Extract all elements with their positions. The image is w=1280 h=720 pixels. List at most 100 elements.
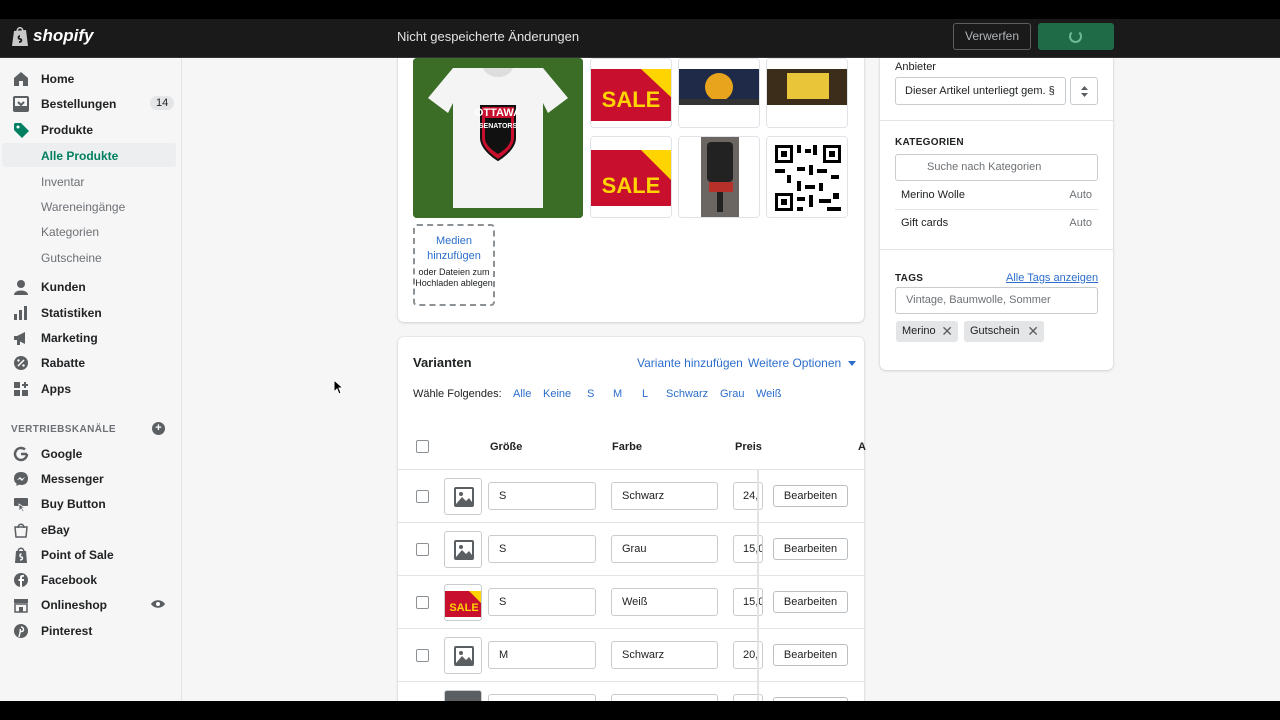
categories-search-input[interactable]: Suche nach Kategorien [895,154,1098,181]
media-thumb-photo-2[interactable] [766,58,848,128]
sidebar-channel-facebook[interactable]: Facebook [0,568,182,592]
filter-s[interactable]: S [587,388,594,400]
sidebar-item-discounts[interactable]: Rabatte [0,351,182,375]
remove-tag-icon[interactable]: ✕ [1027,321,1039,342]
tags-input[interactable]: Vintage, Baumwolle, Sommer [895,287,1098,314]
column-divider [757,523,759,576]
add-channel-icon[interactable]: + [152,422,165,435]
shirt-text-ottawa: OTTAWA [475,107,521,119]
sidebar-channel-ebay[interactable]: eBay [0,518,182,542]
media-thumb-chair[interactable] [678,136,760,218]
filter-none[interactable]: Keine [543,388,571,400]
filter-all[interactable]: Alle [513,388,531,400]
sidebar-subitem-gift-cards[interactable]: Gutscheine [41,251,102,265]
add-media-dropzone[interactable]: Medien hinzufügen oder Dateien zum Hochl… [413,224,495,306]
sidebar: Home Bestellungen 14 Produkte Alle Produ… [0,58,182,701]
edit-variant-button[interactable]: Bearbeiten [773,591,848,613]
media-thumb-sale-1[interactable]: SALE [590,58,672,128]
media-thumb-photo-1[interactable] [678,58,760,128]
categories-heading: KATEGORIEN [895,137,964,148]
vendor-label: Anbieter [895,61,936,73]
sidebar-channel-messenger[interactable]: Messenger [0,467,182,491]
add-media-link[interactable]: Medien hinzufügen [415,234,493,264]
filter-l[interactable]: L [642,388,648,400]
size-field[interactable]: S [488,588,596,616]
table-row: SALE S Weiß 15,0 Bearbeiten [398,575,864,629]
brand-name: shopify [33,26,94,45]
filter-black[interactable]: Schwarz [666,388,708,400]
save-button[interactable] [1038,23,1114,50]
filter-m[interactable]: M [613,388,622,400]
color-field[interactable] [611,694,718,701]
add-variant-link[interactable]: Variante hinzufügen [637,356,743,370]
edit-variant-button[interactable]: Bearbeiten [773,538,848,560]
variant-image-button[interactable] [444,637,482,674]
row-checkbox[interactable] [416,649,429,662]
sidebar-item-products[interactable]: Produkte [0,118,182,142]
color-field[interactable]: Weiß [611,588,718,616]
photo-image [767,69,847,105]
media-main-image[interactable]: OTTAWA SENATORS [413,58,583,218]
sidebar-channel-buy-button[interactable]: Buy Button [0,492,182,516]
table-row: S Grau 15,0 Bearbeiten [398,522,864,576]
vendor-input[interactable]: Dieser Artikel unterliegt gem. § [895,77,1066,105]
category-type: Auto [1069,217,1092,229]
sidebar-subitem-collections[interactable]: Kategorien [41,225,99,239]
remove-tag-icon[interactable]: ✕ [941,321,953,342]
sidebar-channel-google[interactable]: Google [0,442,182,466]
column-divider [757,682,759,701]
sidebar-subitem-inventory[interactable]: Inventar [41,175,84,189]
color-field[interactable]: Grau [611,535,718,563]
tags-heading: TAGS [895,273,924,284]
sidebar-item-label: Onlineshop [41,598,107,612]
sidebar-item-orders[interactable]: Bestellungen 14 [0,92,182,116]
edit-variant-button[interactable]: Bearbeiten [773,485,848,507]
sidebar-subitem-all-products[interactable]: Alle Produkte [2,143,176,167]
size-field[interactable]: S [488,482,596,510]
filter-white[interactable]: Weiß [756,388,781,400]
photo-image [679,69,759,105]
view-all-tags-link[interactable]: Alle Tags anzeigen [1006,272,1098,284]
variant-image-button[interactable] [444,478,482,515]
variant-image-button[interactable] [444,690,482,701]
category-row[interactable]: Merino Wolle Auto [895,182,1098,210]
edit-variant-button[interactable]: Bearbeiten [773,644,848,666]
sidebar-channel-pos[interactable]: Point of Sale [0,543,182,567]
sidebar-item-home[interactable]: Home [0,67,182,91]
sidebar-item-label: Messenger [41,472,104,486]
home-icon [14,72,28,86]
more-options-dropdown[interactable]: Weitere Optionen [748,356,856,370]
row-checkbox[interactable] [416,543,429,556]
sidebar-channel-pinterest[interactable]: Pinterest [0,619,182,643]
color-field[interactable]: Schwarz [611,482,718,510]
sidebar-subitem-transfers[interactable]: Wareneingänge [41,200,125,214]
unsaved-changes-message: Nicht gespeicherte Änderungen [397,29,580,44]
size-field[interactable] [488,694,596,701]
variant-image-button[interactable]: SALE [444,584,482,621]
media-thumb-qr[interactable] [766,136,848,218]
tag-chip: Merino ✕ [896,321,958,342]
filter-grey[interactable]: Grau [720,388,744,400]
row-checkbox[interactable] [416,490,429,503]
eye-icon[interactable] [151,599,165,609]
more-options-label: Weitere Optionen [748,356,842,370]
size-field[interactable]: S [488,535,596,563]
select-all-checkbox[interactable] [416,440,429,453]
category-row[interactable]: Gift cards Auto [895,210,1098,238]
media-thumb-sale-2[interactable]: SALE [590,136,672,218]
row-checkbox[interactable] [416,596,429,609]
tshirt-image: OTTAWA SENATORS [413,58,583,218]
sidebar-item-customers[interactable]: Kunden [0,275,182,299]
color-field[interactable]: Schwarz [611,641,718,669]
sidebar-item-apps[interactable]: Apps [0,377,182,401]
discard-button[interactable]: Verwerfen [953,23,1031,50]
column-header-color: Farbe [612,441,642,453]
vendor-selector-button[interactable] [1070,77,1098,105]
sidebar-channel-online-store[interactable]: Onlineshop [0,593,182,617]
divider [880,120,1113,121]
sidebar-item-marketing[interactable]: Marketing [0,326,182,350]
variant-image-button[interactable] [444,531,482,568]
sidebar-item-analytics[interactable]: Statistiken [0,301,182,325]
size-field[interactable]: M [488,641,596,669]
shopify-logo[interactable]: shopify [11,25,93,47]
